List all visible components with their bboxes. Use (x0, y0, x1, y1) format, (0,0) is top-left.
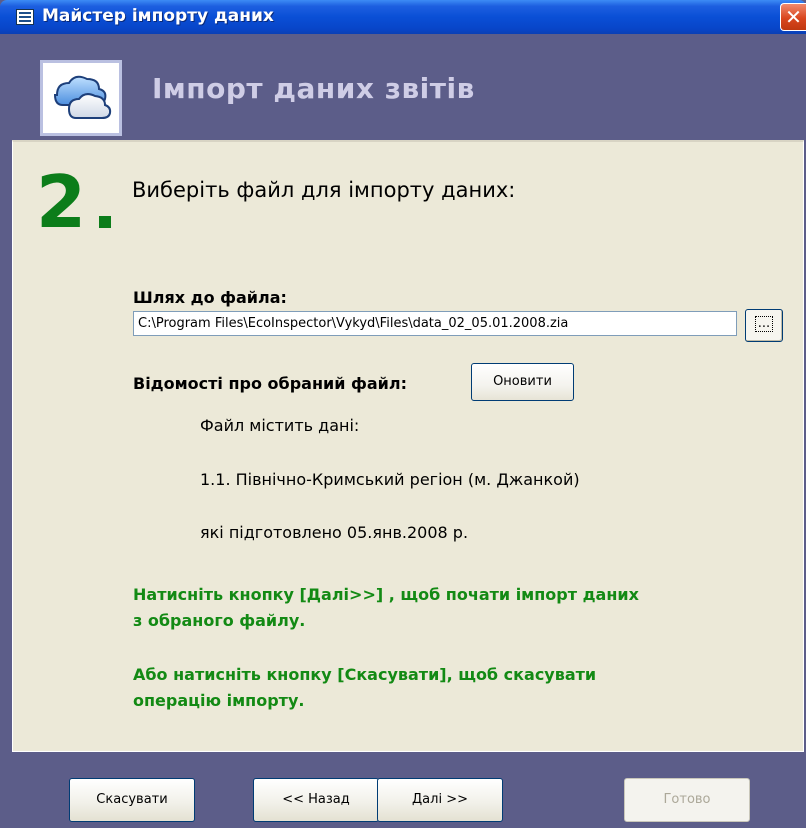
wizard-window: Майстер імпорту даних ✕ Імпорт даних зві… (0, 0, 806, 828)
file-info-date: які підготовлено 05.янв.2008 р. (200, 523, 469, 542)
content-panel (12, 140, 804, 752)
refresh-button[interactable]: Оновити (471, 363, 574, 401)
file-path-label: Шлях до файла: (133, 288, 287, 307)
step-dot (99, 216, 111, 228)
app-icon (16, 9, 34, 25)
browse-button-label: ... (754, 316, 774, 332)
window-title: Майстер імпорту даних (42, 6, 274, 26)
file-path-input[interactable]: C:\Program Files\EcoInspector\Vykyd\File… (133, 311, 737, 336)
step-heading: Виберіть файл для імпорту даних: (132, 178, 516, 202)
file-info-label: Відомості про обраний файл: (133, 374, 408, 393)
cancel-button[interactable]: Скасувати (69, 778, 195, 822)
footer-separator (12, 752, 804, 762)
step-number: 2 (36, 160, 86, 244)
cancel-instruction-line1: Або натисніть кнопку [Скасувати], щоб ск… (133, 665, 597, 684)
browse-button[interactable]: ... (745, 309, 783, 342)
next-instruction-line1: Натисніть кнопку [Далі>>] , щоб почати і… (133, 585, 639, 604)
cloud-icon (40, 60, 122, 136)
next-instruction-line2: з обраного файлу. (133, 611, 306, 630)
cancel-instruction-line2: операцію імпорту. (133, 691, 305, 710)
next-button[interactable]: Далі >> (377, 778, 503, 822)
back-button[interactable]: << Назад (253, 778, 379, 822)
close-button[interactable]: ✕ (780, 3, 806, 31)
finish-button[interactable]: Готово (624, 778, 750, 822)
file-info-line: Файл містить дані: (200, 416, 360, 435)
title-bar[interactable]: Майстер імпорту даних ✕ (0, 0, 806, 34)
header-title: Імпорт даних звітів (152, 72, 475, 105)
file-info-region: 1.1. Північно-Кримський регіон (м. Джанк… (200, 470, 580, 489)
